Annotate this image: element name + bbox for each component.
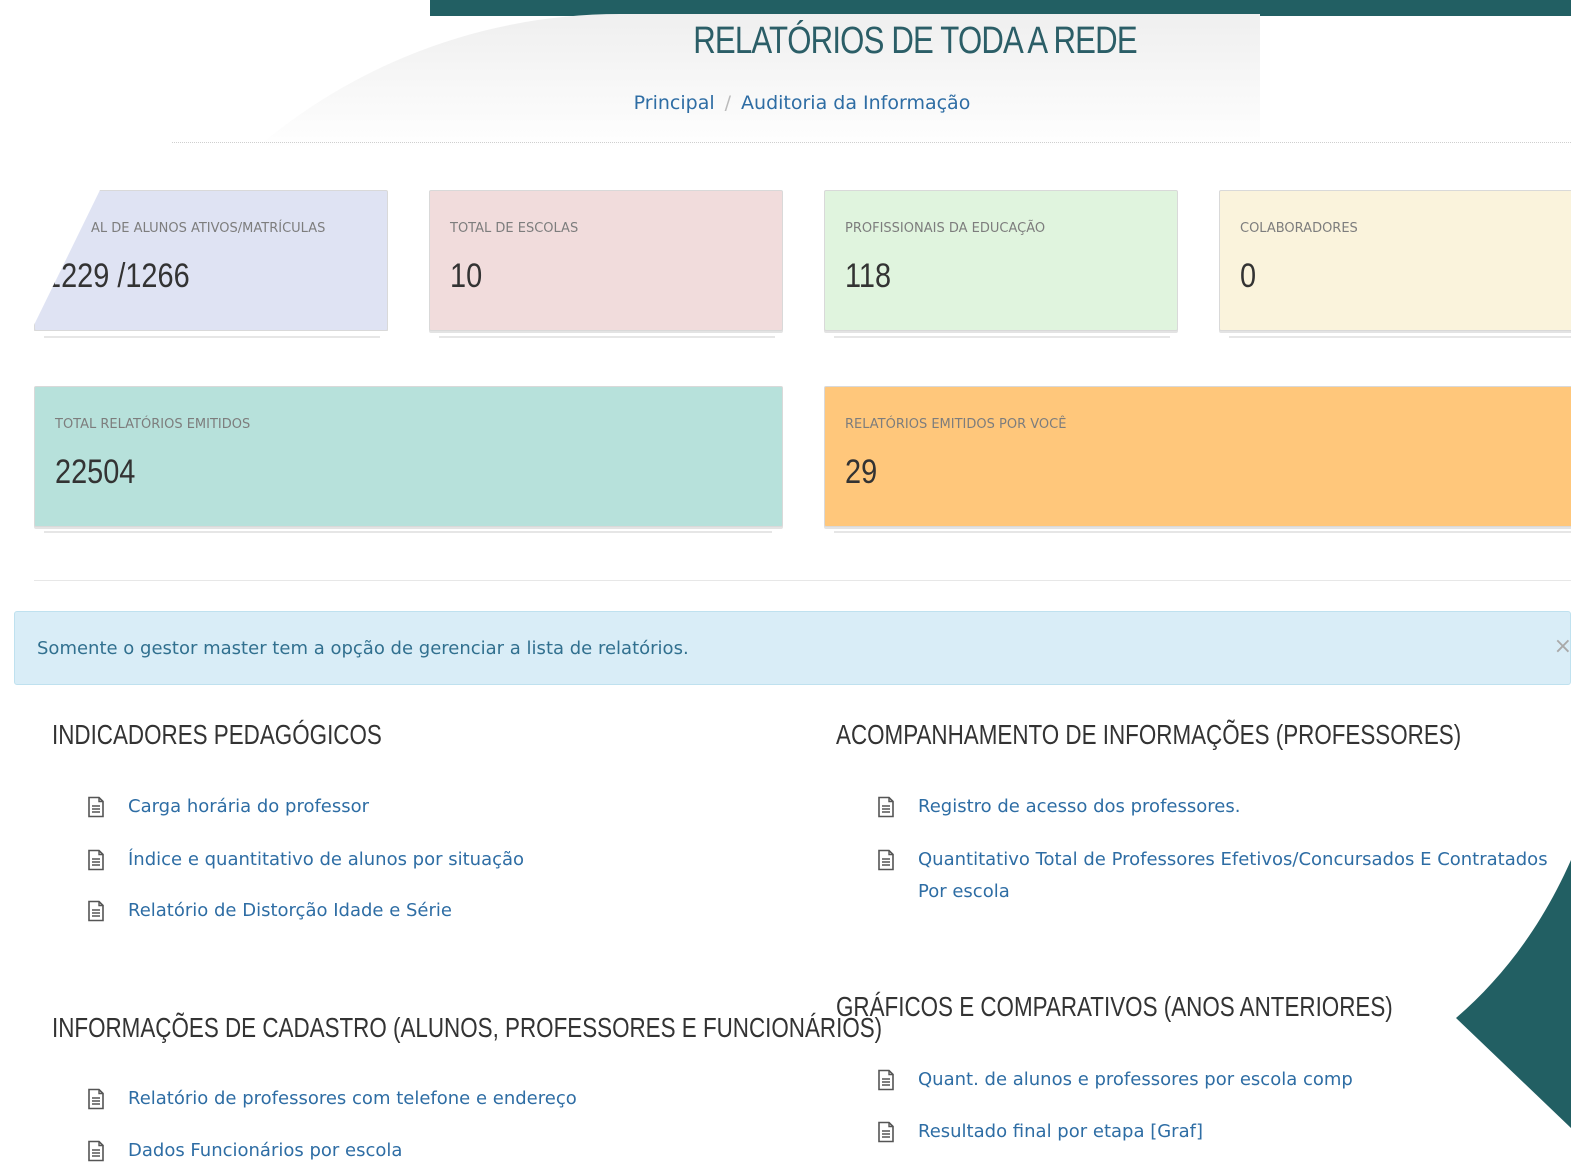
section-divider — [34, 580, 1571, 581]
report-item[interactable]: Carga horária do professor — [86, 796, 369, 823]
document-icon — [878, 1069, 894, 1091]
report-link[interactable]: Relatório de professores com telefone e … — [128, 1083, 577, 1115]
stat-card-collaborators: COLABORADORES 0 — [1219, 190, 1571, 331]
stat-label: AL DE ALUNOS ATIVOS/MATRÍCULAS — [91, 221, 326, 236]
stat-value: 0 — [1240, 257, 1257, 295]
report-item[interactable]: Dados Funcionários por escola — [86, 1140, 402, 1167]
report-item[interactable]: Índice e quantitativo de alunos por situ… — [86, 849, 524, 876]
stat-label: TOTAL DE ESCOLAS — [450, 221, 579, 236]
stat-card-total-reports: TOTAL RELATÓRIOS EMITIDOS 22504 — [34, 386, 783, 527]
stat-value: 22504 — [55, 453, 136, 491]
report-item[interactable]: Registro de acesso dos professores. — [876, 796, 1240, 823]
stat-value: 118 — [845, 257, 892, 295]
document-icon — [88, 900, 104, 922]
document-icon — [88, 1088, 104, 1110]
report-link[interactable]: Registro de acesso dos professores. — [918, 791, 1240, 823]
stat-card-my-reports: RELATÓRIOS EMITIDOS POR VOCÊ 29 — [824, 386, 1571, 527]
report-item[interactable]: Relatório de professores com telefone e … — [86, 1088, 577, 1115]
stat-card-schools: TOTAL DE ESCOLAS 10 — [429, 190, 783, 331]
stat-card-underline — [44, 531, 772, 533]
page-title: RELATÓRIOS DE TODA A REDE — [693, 20, 1137, 62]
report-link[interactable]: Quant. de alunos e professores por escol… — [918, 1064, 1353, 1096]
report-item[interactable]: Resultado final por etapa [Graf] — [876, 1121, 1203, 1148]
close-icon[interactable]: × — [1554, 634, 1571, 659]
section-title-charts: GRÁFICOS E COMPARATIVOS (ANOS ANTERIORES… — [836, 991, 1393, 1022]
report-item[interactable]: Relatório de Distorção Idade e Série — [86, 900, 452, 927]
breadcrumb: Principal / Auditoria da Informação — [0, 92, 1571, 114]
report-link[interactable]: Dados Funcionários por escola — [128, 1135, 402, 1167]
stat-label: RELATÓRIOS EMITIDOS POR VOCÊ — [845, 417, 1067, 432]
section-title-registration: INFORMAÇÕES DE CADASTRO (ALUNOS, PROFESS… — [52, 1012, 883, 1043]
alert-message: Somente o gestor master tem a opção de g… — [37, 638, 689, 659]
report-link[interactable]: Relatório de Distorção Idade e Série — [128, 895, 452, 927]
report-link[interactable]: Resultado final por etapa [Graf] — [918, 1116, 1203, 1148]
report-item[interactable]: Quant. de alunos e professores por escol… — [876, 1069, 1353, 1096]
stat-label: TOTAL RELATÓRIOS EMITIDOS — [55, 417, 251, 432]
document-icon — [878, 796, 894, 818]
stat-label: PROFISSIONAIS DA EDUCAÇÃO — [845, 221, 1046, 236]
stat-value: 10 — [450, 257, 483, 295]
stat-card-underline — [1229, 336, 1571, 338]
stat-value: 29 — [845, 453, 878, 491]
breadcrumb-home[interactable]: Principal — [634, 92, 715, 114]
report-link[interactable]: Carga horária do professor — [128, 791, 369, 823]
header-divider — [172, 142, 1571, 143]
section-title-teachers-tracking: ACOMPANHAMENTO DE INFORMAÇÕES (PROFESSOR… — [836, 719, 1462, 750]
document-icon — [88, 849, 104, 871]
document-icon — [88, 1140, 104, 1162]
stat-card-professionals: PROFISSIONAIS DA EDUCAÇÃO 118 — [824, 190, 1178, 331]
stat-card-underline — [834, 531, 1571, 533]
document-icon — [88, 796, 104, 818]
stat-label: COLABORADORES — [1240, 221, 1358, 236]
info-alert: Somente o gestor master tem a opção de g… — [14, 611, 1571, 685]
breadcrumb-separator: / — [724, 92, 732, 114]
breadcrumb-current[interactable]: Auditoria da Informação — [741, 92, 970, 114]
stat-card-underline — [834, 336, 1170, 338]
document-icon — [878, 849, 894, 871]
report-link[interactable]: Índice e quantitativo de alunos por situ… — [128, 844, 524, 876]
stat-card-underline — [44, 336, 380, 338]
stat-card-students: AL DE ALUNOS ATIVOS/MATRÍCULAS 1229 /126… — [34, 190, 388, 331]
report-link[interactable]: Quantitativo Total de Professores Efetiv… — [918, 844, 1558, 908]
section-title-indicators: INDICADORES PEDAGÓGICOS — [52, 719, 382, 750]
stat-card-underline — [439, 336, 775, 338]
report-item[interactable]: Quantitativo Total de Professores Efetiv… — [876, 849, 1571, 908]
stat-value: 1229 /1266 — [45, 257, 190, 295]
document-icon — [878, 1121, 894, 1143]
